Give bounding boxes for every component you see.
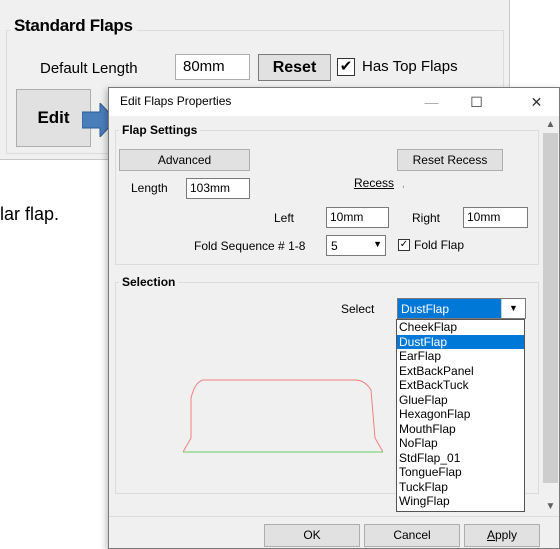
flap-settings-title: Flap Settings [119, 123, 201, 137]
dialog-title: Edit Flaps Properties [120, 94, 232, 108]
dialog-button-bar: OK Cancel Apply [109, 516, 559, 548]
selection-title: Selection [119, 275, 179, 289]
has-top-flaps-label: Has Top Flaps [362, 58, 458, 75]
maximize-icon[interactable]: ☐ [454, 88, 499, 116]
scroll-thumb[interactable] [543, 133, 558, 483]
flap-option-mouthflap[interactable]: MouthFlap [397, 422, 524, 437]
flap-type-dropdown-list[interactable]: CheekFlap DustFlap EarFlap ExtBackPanel ExtB… [396, 319, 525, 512]
fold-sequence-label: Fold Sequence # 1-8 [194, 239, 306, 253]
cancel-button[interactable]: Cancel [364, 524, 460, 547]
flap-option-dustflap[interactable]: DustFlap [397, 334, 524, 349]
flap-preview [183, 379, 383, 453]
dialog-titlebar[interactable]: Edit Flaps Properties — ☐ ✕ [109, 88, 559, 116]
recess-link[interactable]: Recess [354, 176, 394, 190]
advanced-button[interactable]: Advanced [119, 149, 250, 171]
flap-option-tongueflap[interactable]: TongueFlap [397, 465, 524, 480]
close-icon[interactable]: ✕ [514, 88, 559, 116]
flap-option-extbacktuck[interactable]: ExtBackTuck [397, 378, 524, 393]
background-text: lar flap. [0, 204, 60, 224]
chevron-down-icon: ▼ [373, 239, 382, 249]
scroll-up-icon[interactable]: ▲ [542, 116, 559, 133]
reset-recess-button[interactable]: Reset Recess [397, 149, 503, 171]
default-length-input[interactable]: 80mm [175, 54, 250, 80]
fold-sequence-select[interactable]: 5 ▼ [326, 235, 386, 256]
has-top-flaps-checkbox[interactable]: ✔ [337, 58, 355, 76]
reset-button[interactable]: Reset [258, 54, 331, 81]
standard-flaps-title: Standard Flaps [10, 16, 137, 36]
default-length-label: Default Length [40, 60, 138, 77]
apply-label: Apply [486, 528, 518, 542]
flap-option-glueflap[interactable]: GlueFlap [397, 393, 524, 408]
scroll-down-icon[interactable]: ▼ [542, 498, 559, 515]
flap-option-hexagonflap[interactable]: HexagonFlap [397, 407, 524, 422]
length-label: Length [131, 181, 168, 195]
apply-button[interactable]: Apply [464, 524, 540, 547]
edit-flaps-dialog: Edit Flaps Properties — ☐ ✕ ▲ ▼ Flap Set… [108, 87, 560, 549]
right-recess-input[interactable]: 10mm [463, 207, 528, 228]
dialog-scrollbar[interactable]: ▲ ▼ [542, 116, 559, 516]
fold-flap-checkbox[interactable]: ✓ [398, 239, 410, 251]
flap-option-earflap[interactable]: EarFlap [397, 349, 524, 364]
select-label: Select [341, 302, 375, 316]
fold-flap-label: Fold Flap [414, 238, 465, 252]
fold-sequence-value: 5 [331, 239, 338, 253]
left-recess-input[interactable]: 10mm [326, 207, 389, 228]
minimize-icon[interactable]: — [409, 88, 454, 116]
ok-button[interactable]: OK [264, 524, 360, 547]
right-label: Right [412, 211, 441, 225]
left-label: Left [274, 211, 295, 225]
flap-type-value: DustFlap [401, 302, 450, 316]
edit-button[interactable]: Edit [16, 89, 91, 147]
flap-option-extbackpanel[interactable]: ExtBackPanel [397, 364, 524, 379]
flap-type-select[interactable]: DustFlap ▼ [397, 298, 526, 319]
length-input[interactable]: 103mm [186, 178, 250, 199]
chevron-down-icon[interactable]: ▼ [501, 299, 525, 318]
flap-option-wingflap[interactable]: WingFlap [397, 494, 524, 509]
flap-outline [183, 379, 383, 453]
flap-option-stdflap_01[interactable]: StdFlap_01 [397, 451, 524, 466]
recess-separator: , [402, 179, 405, 190]
flap-option-noflap[interactable]: NoFlap [397, 436, 524, 451]
flap-option-tuckflap[interactable]: TuckFlap [397, 480, 524, 495]
flap-option-cheekflap[interactable]: CheekFlap [397, 320, 524, 335]
